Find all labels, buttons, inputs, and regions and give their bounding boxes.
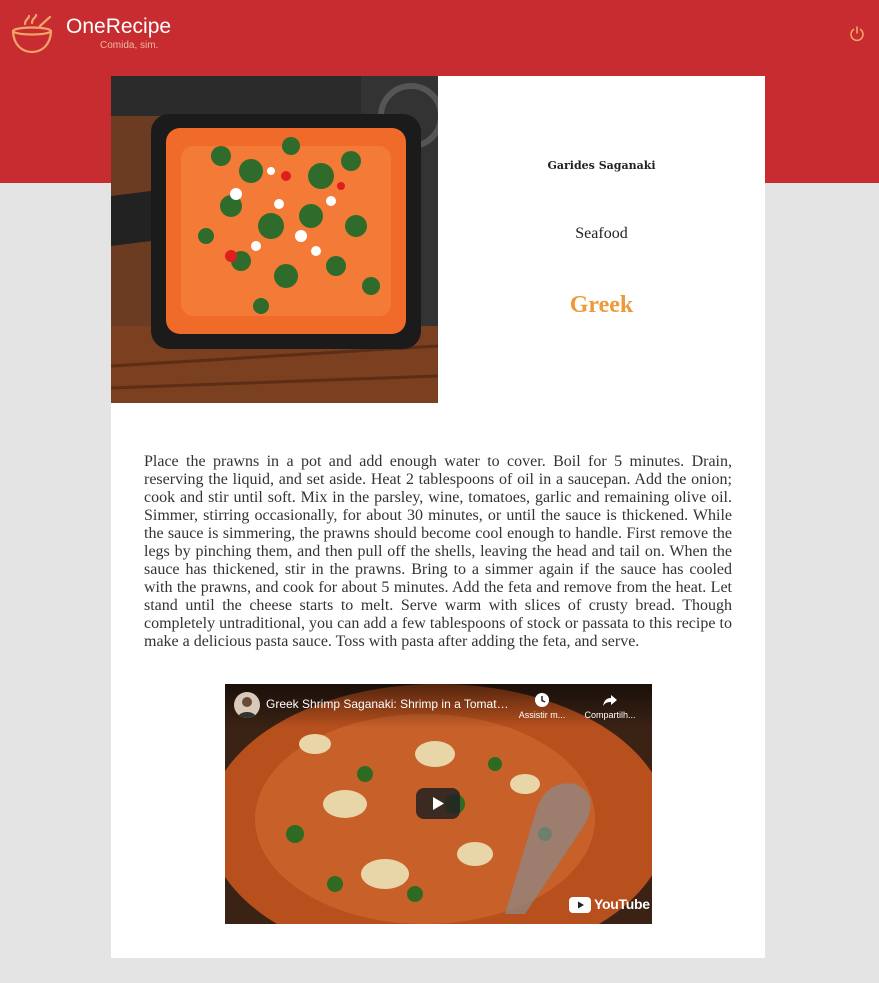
youtube-icon [569, 897, 591, 913]
power-icon[interactable] [848, 25, 866, 43]
video-player[interactable]: Greek Shrimp Saganaki: Shrimp in a Tomat… [225, 684, 652, 924]
watch-later-label: Assistir m... [518, 710, 566, 720]
watch-later-button[interactable]: Assistir m... [512, 692, 572, 720]
play-icon [433, 797, 444, 810]
recipe-card: Garides Saganaki Seafood Greek Place the… [111, 76, 765, 958]
play-button[interactable] [416, 788, 460, 819]
recipe-category: Seafood [575, 225, 628, 242]
recipe-photo [111, 76, 438, 403]
clock-icon [535, 693, 549, 707]
share-label: Compartilh... [584, 710, 636, 720]
share-button[interactable]: Compartilh... [580, 692, 640, 720]
recipe-instructions: Place the prawns in a pot and add enough… [144, 453, 732, 650]
recipe-area: Greek [569, 292, 634, 318]
bowl-icon[interactable] [10, 12, 54, 56]
channel-avatar[interactable] [234, 692, 260, 718]
brand-name[interactable]: OneRecipe [66, 15, 171, 39]
recipe-title: Garides Saganaki [547, 159, 656, 172]
youtube-wordmark: YouTube [594, 896, 650, 912]
youtube-logo[interactable]: YouTube [569, 896, 650, 914]
share-icon [603, 695, 617, 706]
brand-tagline: Comida, sim. [100, 40, 159, 51]
video-title[interactable]: Greek Shrimp Saganaki: Shrimp in a Tomat… [266, 697, 511, 711]
